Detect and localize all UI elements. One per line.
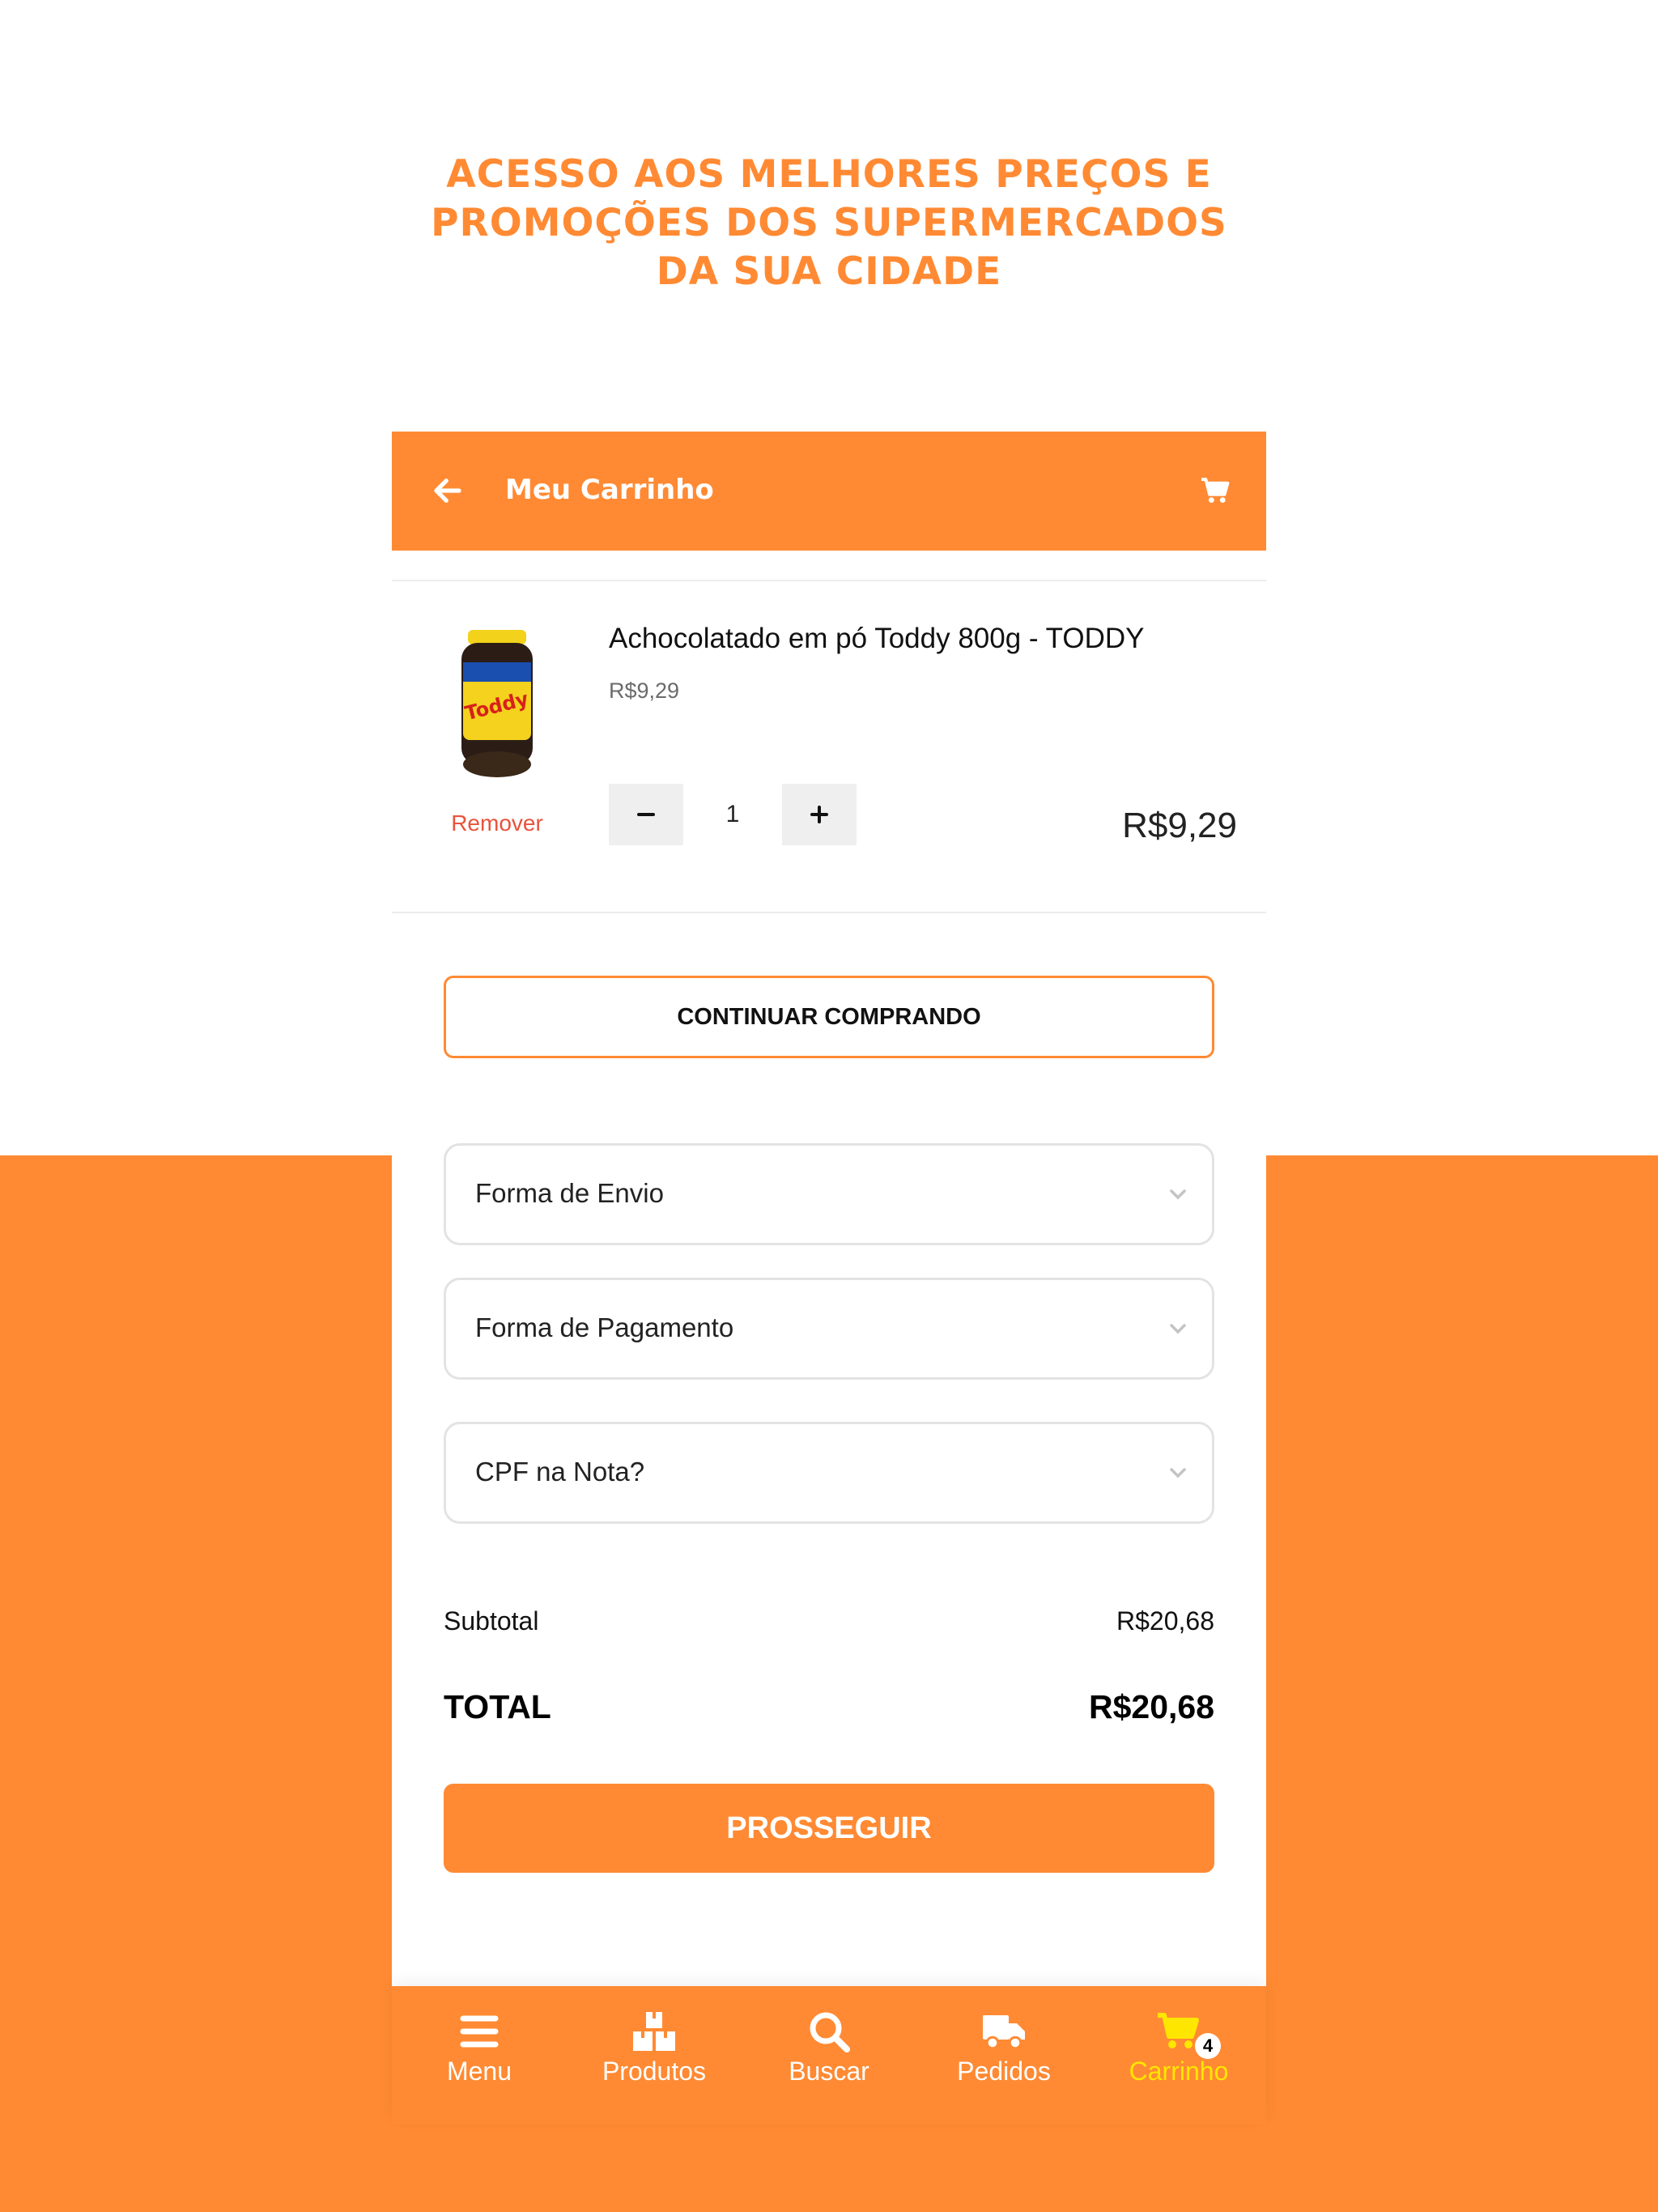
page-title: Meu Carrinho	[505, 474, 714, 506]
cart-count-badge: 4	[1195, 2033, 1221, 2059]
toddy-jar-image: Toddy	[461, 630, 533, 777]
boxes-icon	[633, 2012, 675, 2051]
app-header: Meu Carrinho	[392, 432, 1266, 551]
nav-item-carrinho[interactable]: 4 Carrinho	[1091, 1986, 1266, 2124]
quantity-input[interactable]: 1	[683, 784, 782, 845]
headline-line-3: DA SUA CIDADE	[656, 249, 1002, 294]
nav-item-menu[interactable]: Menu	[392, 1986, 567, 2124]
arrow-left-icon[interactable]	[431, 474, 465, 508]
chevron-down-icon	[1170, 1468, 1186, 1478]
plus-icon	[810, 806, 828, 823]
remove-item-link[interactable]: Remover	[424, 810, 570, 836]
nav-label: Produtos	[602, 2057, 707, 2086]
nav-label: Carrinho	[1129, 2057, 1229, 2086]
nav-label: Pedidos	[957, 2057, 1051, 2086]
proceed-button[interactable]: PROSSEGUIR	[444, 1784, 1214, 1873]
subtotal-value: R$20,68	[1116, 1606, 1214, 1636]
nav-label: Menu	[446, 2057, 512, 2086]
headline-line-1: ACESSO AOS MELHORES PREÇOS E	[446, 152, 1212, 197]
bottom-navigation: Menu Produtos Buscar Pedidos 4 Carrinho	[392, 1986, 1266, 2124]
nav-item-buscar[interactable]: Buscar	[742, 1986, 916, 2124]
select-label: Forma de Envio	[475, 1178, 664, 1208]
cart-panel: Meu Carrinho Toddy Remover Achocolatado …	[392, 432, 1266, 1986]
menu-icon	[460, 2015, 499, 2048]
cpf-select[interactable]: CPF na Nota?	[444, 1422, 1214, 1524]
payment-method-select[interactable]: Forma de Pagamento	[444, 1278, 1214, 1380]
increase-quantity-button[interactable]	[782, 784, 857, 845]
product-name: Achocolatado em pó Toddy 800g - TODDY	[609, 623, 1145, 654]
total-value: R$20,68	[1088, 1688, 1214, 1725]
search-icon	[810, 2012, 850, 2052]
headline-line-2: PROMOÇÕES DOS SUPERMERCADOS	[431, 201, 1227, 245]
shopping-cart-icon[interactable]	[1200, 477, 1231, 504]
subtotal-label: Subtotal	[444, 1606, 539, 1636]
unit-price: R$9,29	[609, 678, 680, 703]
nav-label: Buscar	[789, 2057, 869, 2086]
select-label: Forma de Pagamento	[475, 1312, 734, 1342]
shipping-method-select[interactable]: Forma de Envio	[444, 1143, 1214, 1245]
select-label: CPF na Nota?	[475, 1457, 645, 1487]
total-label: TOTAL	[444, 1688, 551, 1725]
chevron-down-icon	[1170, 1324, 1186, 1334]
decrease-quantity-button[interactable]	[609, 784, 683, 845]
divider	[392, 912, 1266, 913]
promo-headline: ACESSO AOS MELHORES PREÇOS E PROMOÇÕES D…	[0, 151, 1658, 296]
nav-item-pedidos[interactable]: Pedidos	[916, 1986, 1091, 2124]
nav-item-produtos[interactable]: Produtos	[567, 1986, 742, 2124]
divider	[392, 580, 1266, 581]
minus-icon	[637, 813, 655, 816]
quantity-stepper: 1	[609, 784, 857, 845]
continue-shopping-button[interactable]: CONTINUAR COMPRANDO	[444, 976, 1214, 1058]
truck-icon	[983, 2015, 1025, 2050]
line-total: R$9,29	[1122, 806, 1237, 845]
chevron-down-icon	[1170, 1189, 1186, 1200]
